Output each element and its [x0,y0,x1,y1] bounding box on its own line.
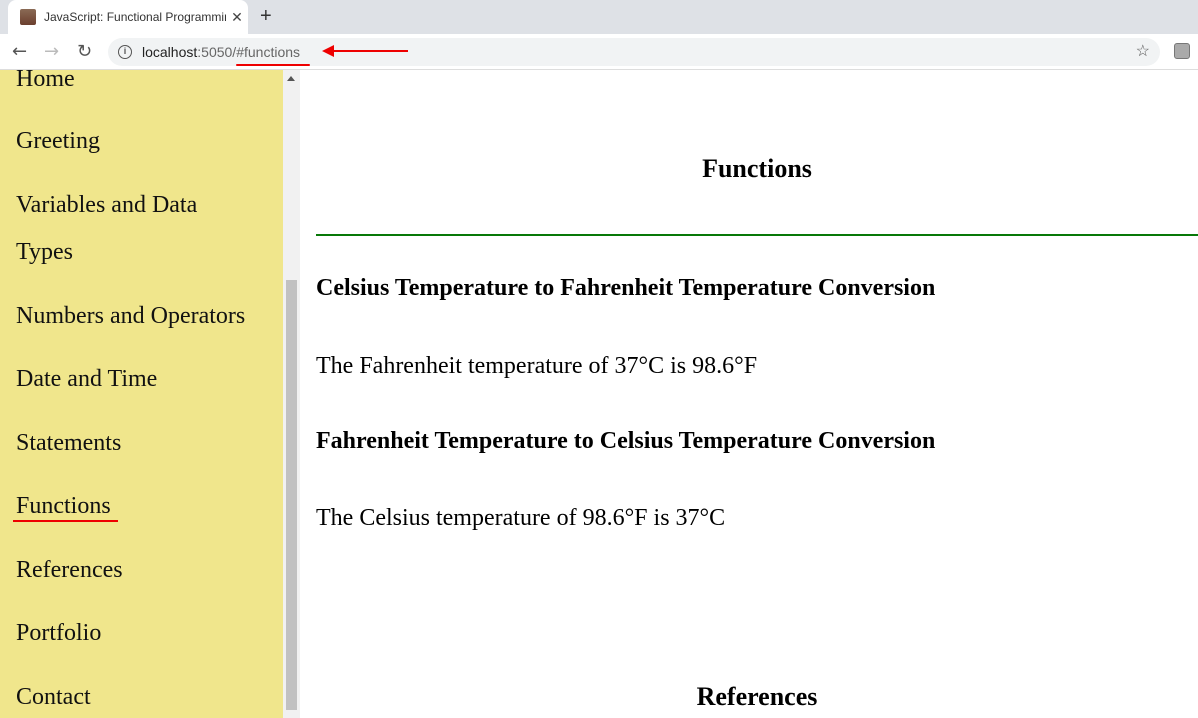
close-tab-icon[interactable]: ✕ [226,9,248,26]
sidebar-item-portfolio[interactable]: Portfolio [16,619,101,647]
browser-tab[interactable]: JavaScript: Functional Programming ✕ [8,0,248,34]
section-divider [316,234,1198,236]
back-icon[interactable]: ← [12,41,27,62]
f2c-heading: Fahrenheit Temperature to Celsius Temper… [316,428,936,454]
c2f-result: The Fahrenheit temperature of 37°C is 98… [316,353,758,379]
favicon-icon [20,9,36,25]
tab-bar: JavaScript: Functional Programming ✕ + [0,0,1198,34]
reload-icon[interactable]: ↻ [77,41,92,62]
references-title: References [696,682,818,711]
tab-title: JavaScript: Functional Programming [44,10,226,24]
info-icon[interactable]: i [118,45,132,59]
scroll-up-icon[interactable] [287,76,295,81]
sidebar-item-contact[interactable]: Contact [16,683,91,711]
bookmark-star-icon[interactable]: ☆ [1136,41,1150,61]
main-content: Functions Celsius Temperature to Fahrenh… [300,70,1198,718]
url-path: :5050/#functions [197,44,301,60]
sidebar-scrollbar[interactable] [283,70,300,718]
annotation-functions-underline [13,520,118,522]
new-tab-button[interactable]: + [260,5,272,28]
browser-toolbar: ← → ↻ i localhost:5050/#functions ☆ [0,34,1198,70]
sidebar-item-functions[interactable]: Functions [16,492,111,520]
sidebar-item-numbers[interactable]: Numbers and Operators [16,302,245,330]
extension-icon[interactable] [1174,43,1190,59]
section-title: Functions [702,154,812,183]
forward-icon[interactable]: → [44,41,59,62]
annotation-arrow [330,50,408,52]
address-bar[interactable]: i localhost:5050/#functions ☆ [108,38,1160,66]
sidebar-item-greeting[interactable]: Greeting [16,127,100,155]
sidebar-item-date-time[interactable]: Date and Time [16,365,157,393]
sidebar: Home Greeting Variables and Data Types N… [0,70,283,718]
f2c-result: The Celsius temperature of 98.6°F is 37°… [316,505,726,531]
scrollbar-thumb[interactable] [286,280,297,710]
sidebar-item-home[interactable]: Home [16,70,75,93]
sidebar-item-variables[interactable]: Variables and Data [16,191,197,219]
c2f-heading: Celsius Temperature to Fahrenheit Temper… [316,275,936,301]
annotation-arrowhead [322,45,334,57]
sidebar-item-statements[interactable]: Statements [16,429,121,457]
sidebar-item-references[interactable]: References [16,556,123,584]
annotation-url-underline [236,64,310,66]
url-host: localhost [142,44,198,60]
sidebar-item-types[interactable]: Types [16,238,73,266]
